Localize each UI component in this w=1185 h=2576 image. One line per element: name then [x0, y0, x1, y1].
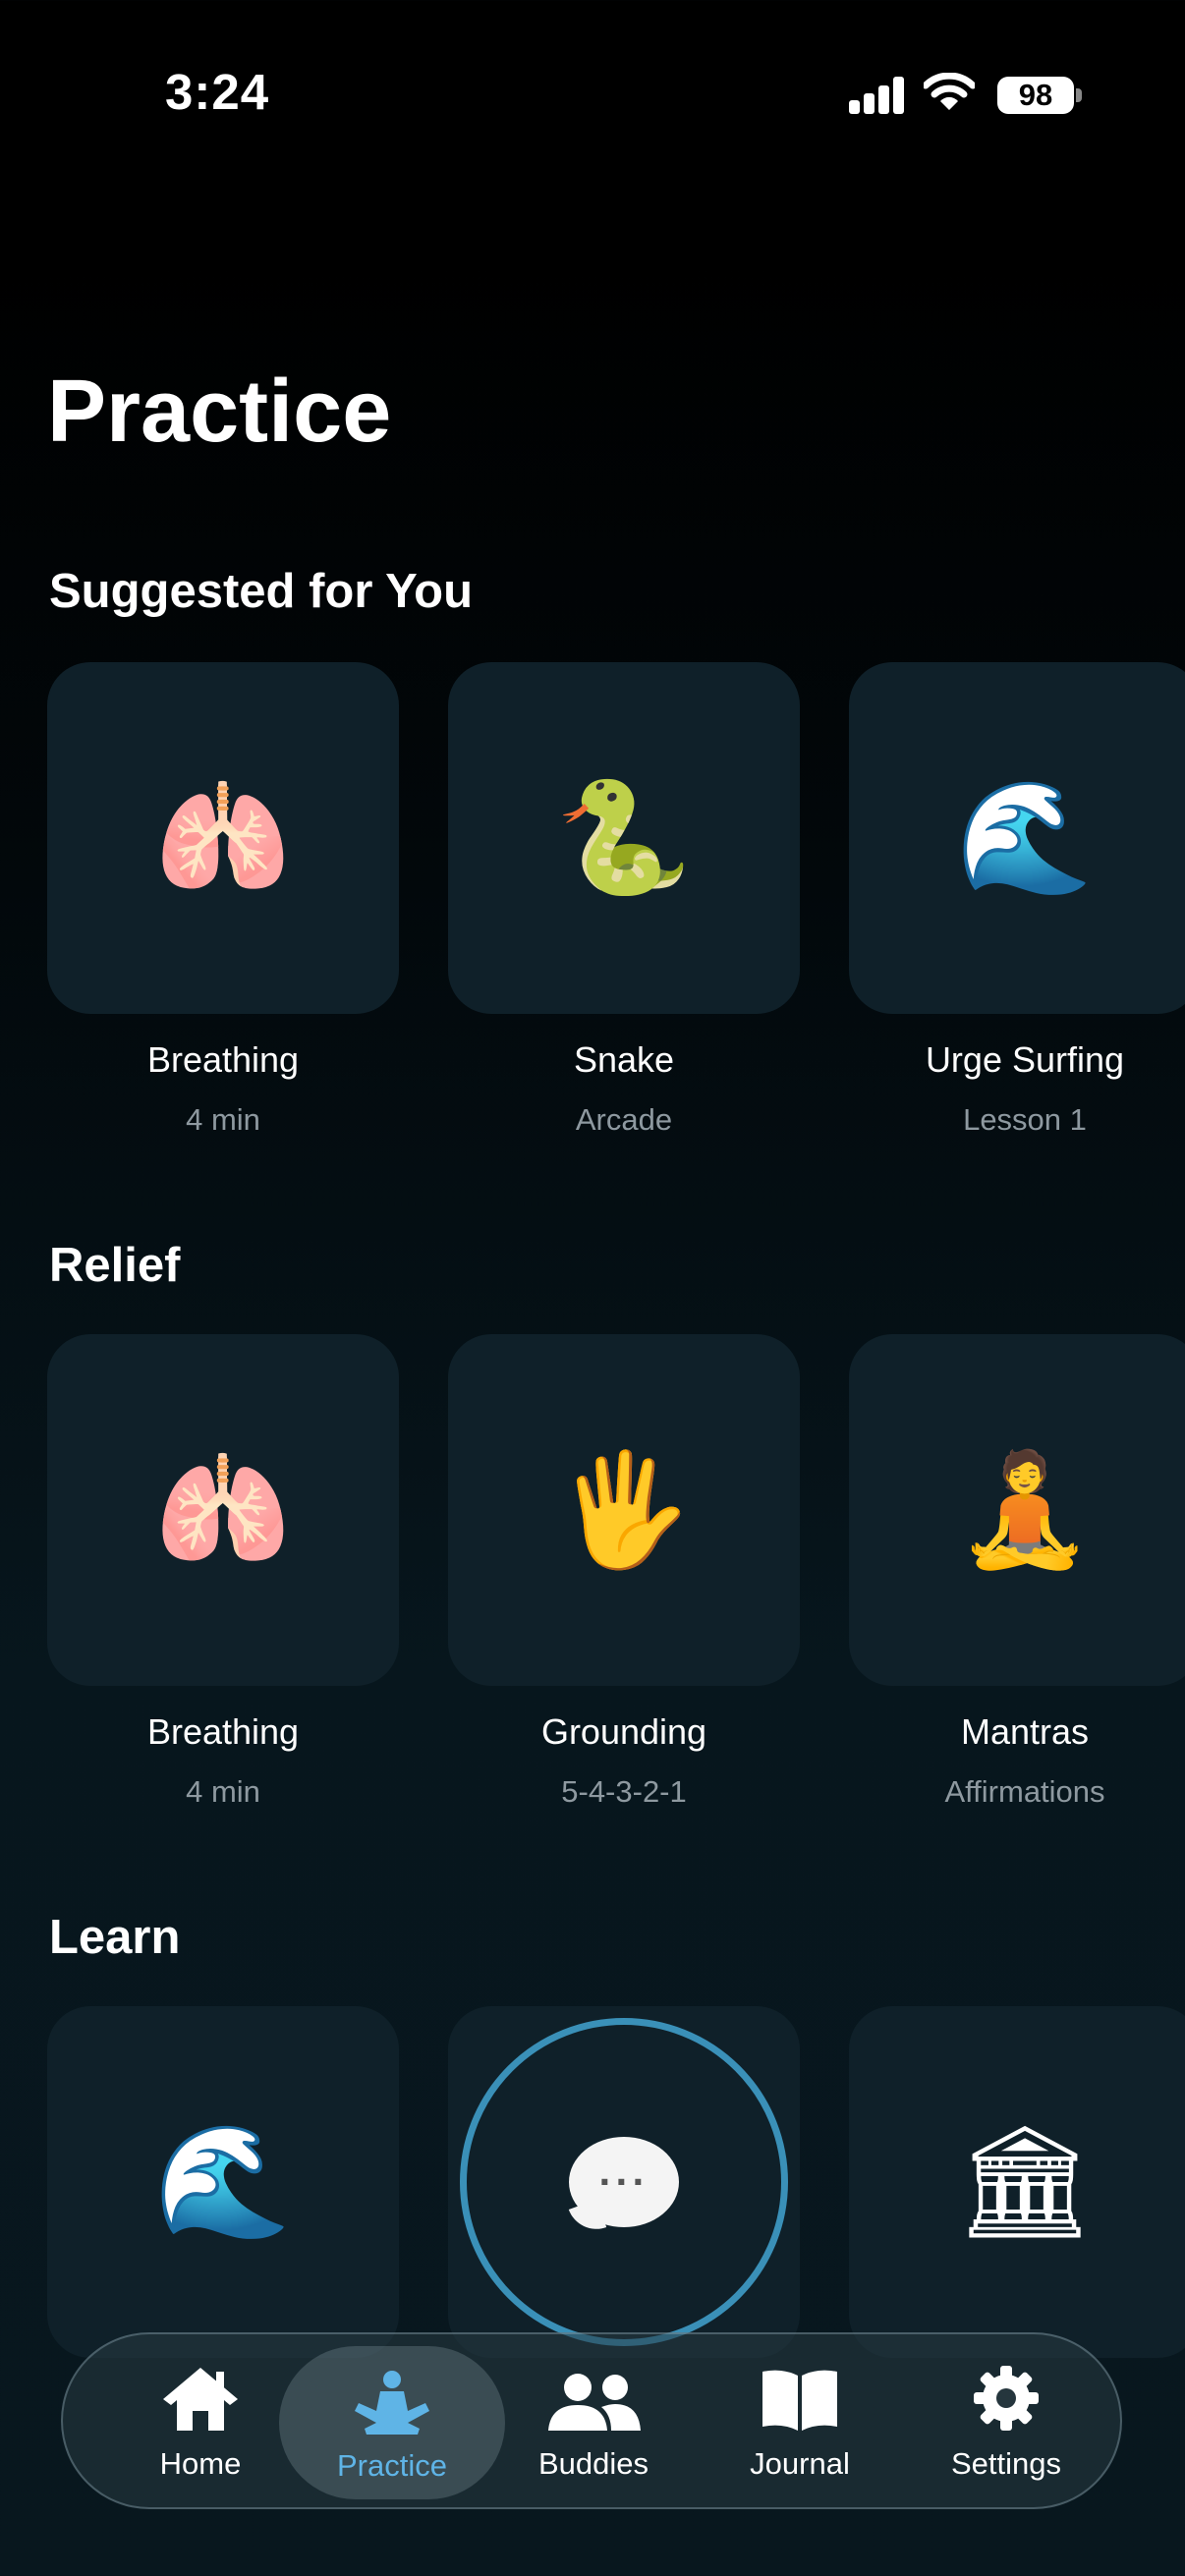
- tab-label: Practice: [337, 2448, 447, 2483]
- card-learn-urge-surfing[interactable]: 🌊: [47, 2006, 399, 2358]
- cellular-signal-icon: [849, 77, 906, 114]
- lungs-icon: 🫁: [154, 1448, 292, 1571]
- card-label: Snake: [573, 1039, 675, 1080]
- card-label: Mantras: [960, 1711, 1090, 1752]
- tab-label: Home: [159, 2446, 242, 2481]
- card-breathing-suggested[interactable]: 🫁 Breathing 4 min: [47, 662, 399, 1138]
- section-title-learn: Learn: [49, 1911, 181, 1964]
- tab-buddies[interactable]: Buddies: [495, 2334, 692, 2507]
- classical-building-icon: 🏛: [954, 2120, 1096, 2243]
- card-subtitle: 5-4-3-2-1: [561, 1774, 687, 1809]
- tab-journal[interactable]: Journal: [702, 2334, 898, 2507]
- status-time: 3:24: [165, 64, 270, 120]
- section-title-relief: Relief: [49, 1239, 181, 1292]
- tab-bar: Home Practice Buddies Journal Settings: [61, 2332, 1122, 2509]
- wave-icon: 🌊: [154, 2120, 292, 2243]
- lungs-icon: 🫁: [154, 776, 292, 899]
- tab-settings[interactable]: Settings: [908, 2334, 1104, 2507]
- card-learn-stoic[interactable]: 🏛: [849, 2006, 1185, 2358]
- card-subtitle: Lesson 1: [963, 1102, 1087, 1137]
- section-title-suggested: Suggested for You: [49, 565, 474, 618]
- card-subtitle: Affirmations: [944, 1774, 1105, 1809]
- highlight-ring: [460, 2018, 788, 2346]
- card-label: Urge Surfing: [925, 1039, 1125, 1080]
- card-subtitle: Arcade: [575, 1102, 673, 1137]
- people-icon: [544, 2360, 643, 2433]
- tab-practice[interactable]: Practice: [279, 2346, 505, 2499]
- tab-home[interactable]: Home: [112, 2334, 289, 2507]
- wave-icon: 🌊: [956, 776, 1094, 899]
- card-urge-surfing[interactable]: 🌊 Urge Surfing Lesson 1: [849, 662, 1185, 1138]
- snake-icon: 🐍: [555, 776, 693, 899]
- status-bar: 3:24 98: [0, 0, 1185, 187]
- card-label: Breathing: [146, 1711, 300, 1752]
- page-title: Practice: [47, 363, 392, 461]
- meditation-icon: [353, 2362, 431, 2435]
- house-icon: [161, 2360, 240, 2433]
- card-breathing-relief[interactable]: 🫁 Breathing 4 min: [47, 1334, 399, 1810]
- hand-icon: 🖐: [555, 1448, 693, 1571]
- gear-icon: [972, 2360, 1041, 2433]
- card-mantras[interactable]: 🧘 Mantras Affirmations: [849, 1334, 1185, 1810]
- card-snake[interactable]: 🐍 Snake Arcade: [448, 662, 800, 1138]
- card-grounding[interactable]: 🖐 Grounding 5-4-3-2-1: [448, 1334, 800, 1810]
- meditation-icon: 🧘: [956, 1448, 1094, 1571]
- card-subtitle: 4 min: [186, 1774, 260, 1809]
- tab-label: Journal: [750, 2446, 850, 2481]
- battery-indicator: 98: [997, 77, 1074, 114]
- tab-label: Buddies: [537, 2446, 649, 2481]
- card-subtitle: 4 min: [186, 1102, 260, 1137]
- card-label: Breathing: [146, 1039, 300, 1080]
- card-label: Grounding: [540, 1711, 707, 1752]
- wifi-icon: [922, 72, 977, 117]
- tab-label: Settings: [950, 2446, 1061, 2481]
- battery-tip: [1076, 88, 1082, 102]
- book-icon: [759, 2360, 841, 2433]
